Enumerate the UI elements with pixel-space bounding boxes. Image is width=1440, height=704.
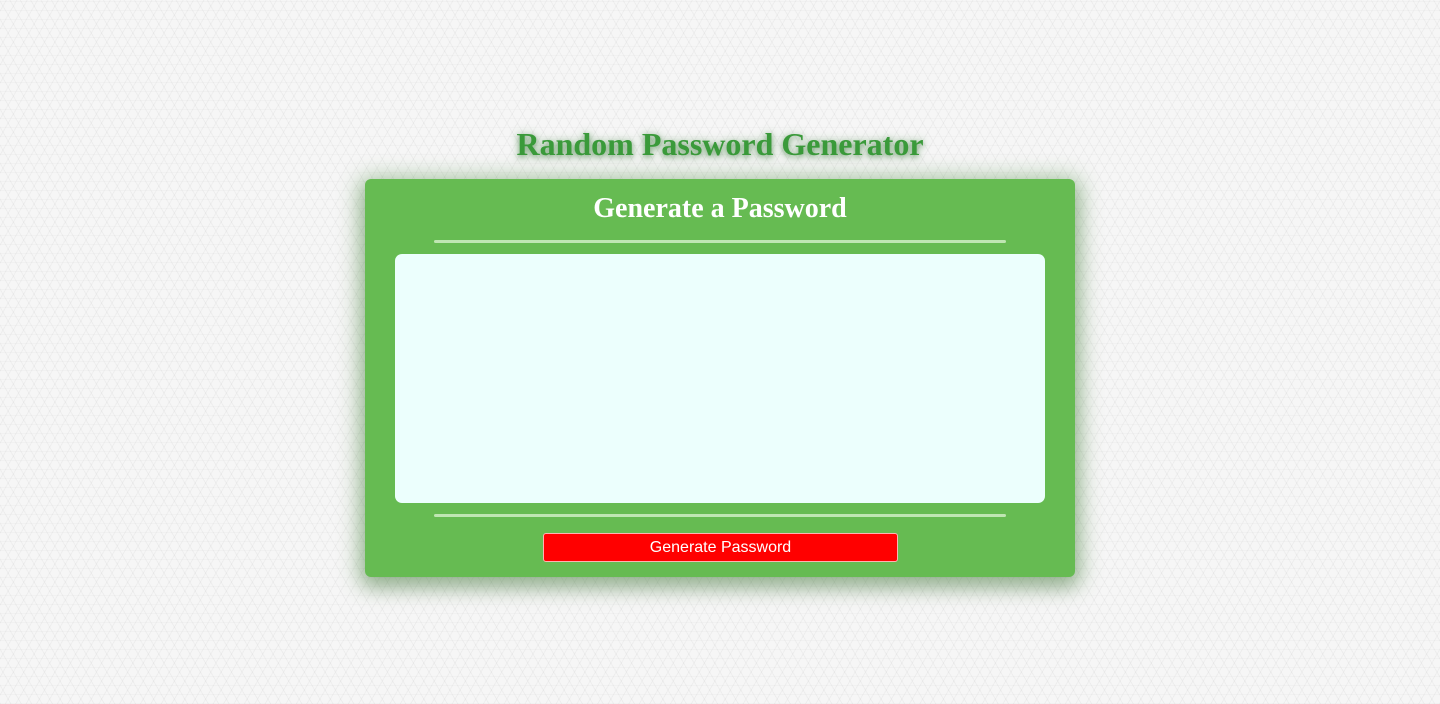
page-title: Random Password Generator (516, 126, 924, 162)
generate-password-button[interactable]: Generate Password (543, 533, 898, 562)
password-generator-card: Generate a Password Generate Password (365, 179, 1075, 577)
card-title: Generate a Password (593, 193, 847, 224)
bottom-divider (434, 514, 1006, 517)
password-output[interactable] (395, 254, 1045, 503)
top-divider (434, 240, 1006, 243)
